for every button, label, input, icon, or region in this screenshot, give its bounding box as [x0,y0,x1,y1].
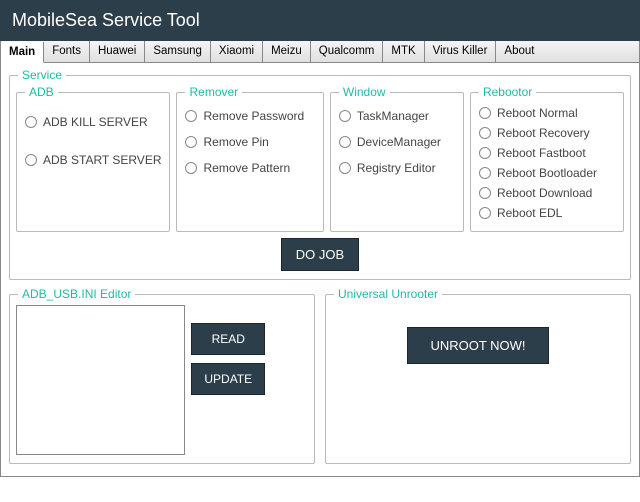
radio-adb-start-server[interactable]: ADB START SERVER [25,153,161,167]
radio-reboot-bootloader[interactable]: Reboot Bootloader [479,166,615,180]
update-button[interactable]: UPDATE [191,363,265,395]
radio-label: DeviceManager [357,135,441,149]
radio-label: Reboot Recovery [497,126,590,140]
radio-label: Reboot Download [497,186,592,200]
rebootor-group: Rebootor Reboot Normal Reboot Recovery R… [470,92,624,232]
radio-registry-editor[interactable]: Registry Editor [339,161,455,175]
unrooter-legend: Universal Unrooter [334,287,442,301]
tab-mtk[interactable]: MTK [383,41,424,62]
radio-taskmanager[interactable]: TaskManager [339,109,455,123]
do-job-button[interactable]: DO JOB [281,238,359,271]
adb-editor-legend: ADB_USB.INI Editor [18,287,135,301]
remover-legend: Remover [185,85,242,99]
radio-label: TaskManager [357,109,429,123]
adb-group: ADB ADB KILL SERVER ADB START SERVER [16,92,170,232]
window-group: Window TaskManager DeviceManager Registr… [330,92,464,232]
radio-icon [25,116,37,128]
adb-legend: ADB [25,85,58,99]
radio-icon [339,110,351,122]
radio-label: Registry Editor [357,161,436,175]
radio-icon [479,127,491,139]
radio-devicemanager[interactable]: DeviceManager [339,135,455,149]
tab-xiaomi[interactable]: Xiaomi [211,41,263,62]
window-legend: Window [339,85,390,99]
radio-label: Remove Pin [203,135,268,149]
radio-icon [479,167,491,179]
radio-label: ADB START SERVER [43,153,161,167]
window-title: MobileSea Service Tool [12,10,200,30]
radio-icon [339,136,351,148]
radio-label: Remove Password [203,109,304,123]
radio-label: ADB KILL SERVER [43,115,148,129]
radio-label: Reboot EDL [497,206,562,220]
radio-icon [185,110,197,122]
tab-virus-killer[interactable]: Virus Killer [425,41,497,62]
tab-meizu[interactable]: Meizu [263,41,311,62]
radio-remove-pattern[interactable]: Remove Pattern [185,161,314,175]
tab-main[interactable]: Main [1,42,44,63]
adb-usb-ini-editor-group: ADB_USB.INI Editor READ UPDATE [9,294,315,464]
universal-unrooter-group: Universal Unrooter UNROOT NOW! [325,294,631,464]
tab-qualcomm[interactable]: Qualcomm [311,41,384,62]
radio-reboot-recovery[interactable]: Reboot Recovery [479,126,615,140]
remover-group: Remover Remove Password Remove Pin Remov… [176,92,323,232]
tab-huawei[interactable]: Huawei [90,41,145,62]
tab-fonts[interactable]: Fonts [44,41,90,62]
service-group: Service ADB ADB KILL SERVER ADB START SE… [9,75,631,280]
radio-icon [479,107,491,119]
radio-reboot-normal[interactable]: Reboot Normal [479,106,615,120]
radio-reboot-download[interactable]: Reboot Download [479,186,615,200]
radio-label: Reboot Bootloader [497,166,597,180]
rebootor-legend: Rebootor [479,85,536,99]
radio-remove-pin[interactable]: Remove Pin [185,135,314,149]
tab-bar: Main Fonts Huawei Samsung Xiaomi Meizu Q… [0,41,640,63]
radio-icon [479,147,491,159]
radio-icon [479,187,491,199]
radio-adb-kill-server[interactable]: ADB KILL SERVER [25,115,161,129]
radio-icon [185,136,197,148]
radio-remove-password[interactable]: Remove Password [185,109,314,123]
service-legend: Service [18,68,66,82]
unroot-now-button[interactable]: UNROOT NOW! [407,327,548,364]
radio-reboot-edl[interactable]: Reboot EDL [479,206,615,220]
main-content: Service ADB ADB KILL SERVER ADB START SE… [0,63,640,477]
window-titlebar: MobileSea Service Tool [0,0,640,41]
read-button[interactable]: READ [191,323,265,355]
radio-icon [185,162,197,174]
tab-about[interactable]: About [496,41,542,62]
radio-icon [479,207,491,219]
radio-icon [339,162,351,174]
radio-reboot-fastboot[interactable]: Reboot Fastboot [479,146,615,160]
radio-label: Remove Pattern [203,161,290,175]
radio-label: Reboot Normal [497,106,578,120]
tab-samsung[interactable]: Samsung [145,41,211,62]
adb-editor-textarea[interactable] [16,305,185,455]
radio-icon [25,154,37,166]
radio-label: Reboot Fastboot [497,146,586,160]
